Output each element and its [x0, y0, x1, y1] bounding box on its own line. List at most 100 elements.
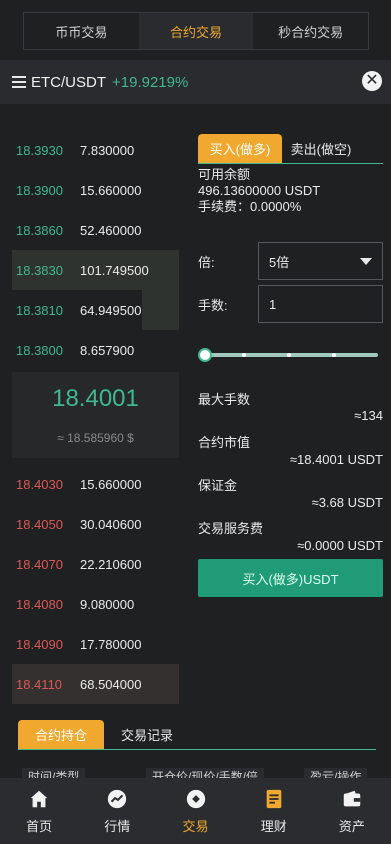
tab-second-contract[interactable]: 秒合约交易 [253, 13, 368, 49]
ask-row[interactable]: 18.4070 22.210600 [12, 544, 179, 584]
ask-qty: 22.210600 [80, 556, 142, 572]
balance-value: 496.13600000 USDT [198, 183, 321, 198]
ask-qty: 68.504000 [80, 676, 142, 692]
lots-value: 1 [269, 296, 277, 312]
bid-price: 18.3900 [16, 182, 63, 198]
bid-row[interactable]: 18.3900 15.660000 [12, 170, 179, 210]
lots-slider[interactable] [198, 347, 378, 363]
tab-trade-records[interactable]: 交易记录 [104, 720, 190, 749]
ask-row[interactable]: 18.4030 15.660000 [12, 464, 179, 504]
lots-label: 手数: [198, 297, 228, 313]
tab-sell-short[interactable]: 卖出(做空) [282, 134, 360, 163]
bid-qty: 7.830000 [80, 142, 135, 158]
ask-row[interactable]: 18.4090 17.780000 [12, 624, 179, 664]
leverage-value: 5倍 [269, 254, 290, 270]
header-pnl: 盈亏/操作 [304, 768, 368, 778]
wallet-icon [343, 790, 361, 806]
menu-icon[interactable] [12, 76, 26, 88]
header-open-price: 开仓价/现价/手数/倍 [146, 768, 265, 778]
balance-label: 可用余额 [198, 167, 251, 182]
nav-label: 理财 [260, 818, 287, 834]
order-book: 18.3930 7.830000 18.3900 15.660000 18.3860 52… [12, 130, 179, 704]
market-value-label: 合约市值 [198, 435, 251, 450]
ask-price: 18.4090 [16, 636, 63, 652]
bid-row[interactable]: 18.3930 7.830000 [12, 130, 179, 170]
bid-qty: 64.949500 [80, 302, 142, 318]
fee-text: 手续费：0.0000% [198, 199, 302, 214]
bid-price: 18.3810 [16, 302, 63, 318]
max-lots-value: ≈134 [354, 408, 383, 423]
close-icon[interactable]: ✕ [362, 71, 382, 91]
nav-market[interactable]: 行情 [78, 778, 156, 844]
bid-price: 18.3860 [16, 222, 63, 238]
ask-price: 18.4070 [16, 556, 63, 572]
leverage-select[interactable]: 5倍 [258, 242, 383, 280]
ask-price: 18.4080 [16, 596, 63, 612]
tab-contract[interactable]: 合约交易 [138, 13, 254, 49]
ask-qty: 15.660000 [80, 476, 142, 492]
service-fee-value: ≈0.0000 USDT [297, 538, 383, 553]
buy-long-button[interactable]: 买入(做多)USDT [198, 559, 383, 597]
tab-positions[interactable]: 合约持仓 [18, 720, 104, 749]
ask-row[interactable]: 18.4050 30.040600 [12, 504, 179, 544]
side-tabs: 买入(做多) 卖出(做空) [198, 134, 383, 164]
depth-bar [142, 290, 179, 330]
chevron-down-icon [360, 258, 372, 265]
finance-icon [266, 789, 282, 808]
bottom-nav: 首页 行情 交易 理财 资产 [0, 778, 391, 844]
chart-icon [108, 789, 127, 808]
slider-handle[interactable] [198, 348, 212, 362]
positions-header: 时间/类型 开仓价/现价/手数/倍 盈亏/操作 [0, 764, 391, 778]
home-icon [30, 790, 48, 807]
bid-price: 18.3830 [16, 262, 63, 278]
nav-finance[interactable]: 理财 [235, 778, 313, 844]
market-value-value: ≈18.4001 USDT [289, 452, 383, 467]
nav-trade[interactable]: 交易 [156, 778, 234, 844]
nav-label: 交易 [182, 818, 209, 834]
slider-track[interactable] [204, 353, 378, 357]
bid-row[interactable]: 18.3830 101.749500 [12, 250, 179, 290]
bid-row[interactable]: 18.3800 8.657900 [12, 330, 179, 370]
pair-header: ETC/USDT +19.9219% ✕ [0, 60, 391, 104]
bid-row[interactable]: 18.3810 64.949500 [12, 290, 179, 330]
slider-stop[interactable] [287, 353, 291, 357]
nav-label: 首页 [26, 818, 53, 834]
tab-spot[interactable]: 币币交易 [24, 13, 139, 49]
ask-qty: 9.080000 [80, 596, 135, 612]
ask-row[interactable]: 18.4110 68.504000 [12, 664, 179, 704]
slider-stop[interactable] [332, 353, 336, 357]
market-type-tabs: 币币交易 合约交易 秒合约交易 [23, 12, 369, 50]
trade-panel: 买入(做多) 卖出(做空) 可用余额 496.13600000 USDT 手续费… [198, 134, 383, 597]
bid-qty: 52.460000 [80, 222, 142, 238]
leverage-label: 倍: [198, 254, 215, 270]
trade-icon [186, 789, 205, 808]
pair-change: +19.9219% [112, 73, 189, 91]
service-fee-label: 交易服务费 [198, 521, 264, 536]
mid-price-box: 18.4001 ≈ 18.585960 $ [12, 372, 179, 458]
ask-qty: 30.040600 [80, 516, 142, 532]
nav-label: 资产 [338, 818, 365, 834]
lots-input[interactable]: 1 [258, 285, 383, 323]
nav-home[interactable]: 首页 [0, 778, 78, 844]
mid-value: ≈ 18.585960 $ [57, 431, 134, 445]
bid-qty: 101.749500 [80, 262, 149, 278]
ask-row[interactable]: 18.4080 9.080000 [12, 584, 179, 624]
position-tabs: 合约持仓 交易记录 [18, 720, 376, 750]
tab-buy-long[interactable]: 买入(做多) [198, 134, 282, 163]
bid-row[interactable]: 18.3860 52.460000 [12, 210, 179, 250]
ask-qty: 17.780000 [80, 636, 142, 652]
ask-price: 18.4050 [16, 516, 63, 532]
nav-assets[interactable]: 资产 [313, 778, 391, 844]
header-time-type: 时间/类型 [22, 768, 86, 778]
slider-stop[interactable] [242, 353, 246, 357]
ask-price: 18.4110 [16, 676, 63, 692]
pair-name[interactable]: ETC/USDT [31, 74, 106, 91]
margin-label: 保证金 [198, 478, 238, 493]
ask-price: 18.4030 [16, 476, 63, 492]
lots-row: 手数: 1 [198, 285, 383, 323]
bid-price: 18.3800 [16, 342, 63, 358]
bid-price: 18.3930 [16, 142, 63, 158]
leverage-row: 倍: 5倍 [198, 242, 383, 280]
max-lots-label: 最大手数 [198, 392, 251, 407]
mid-price: 18.4001 [52, 385, 139, 412]
